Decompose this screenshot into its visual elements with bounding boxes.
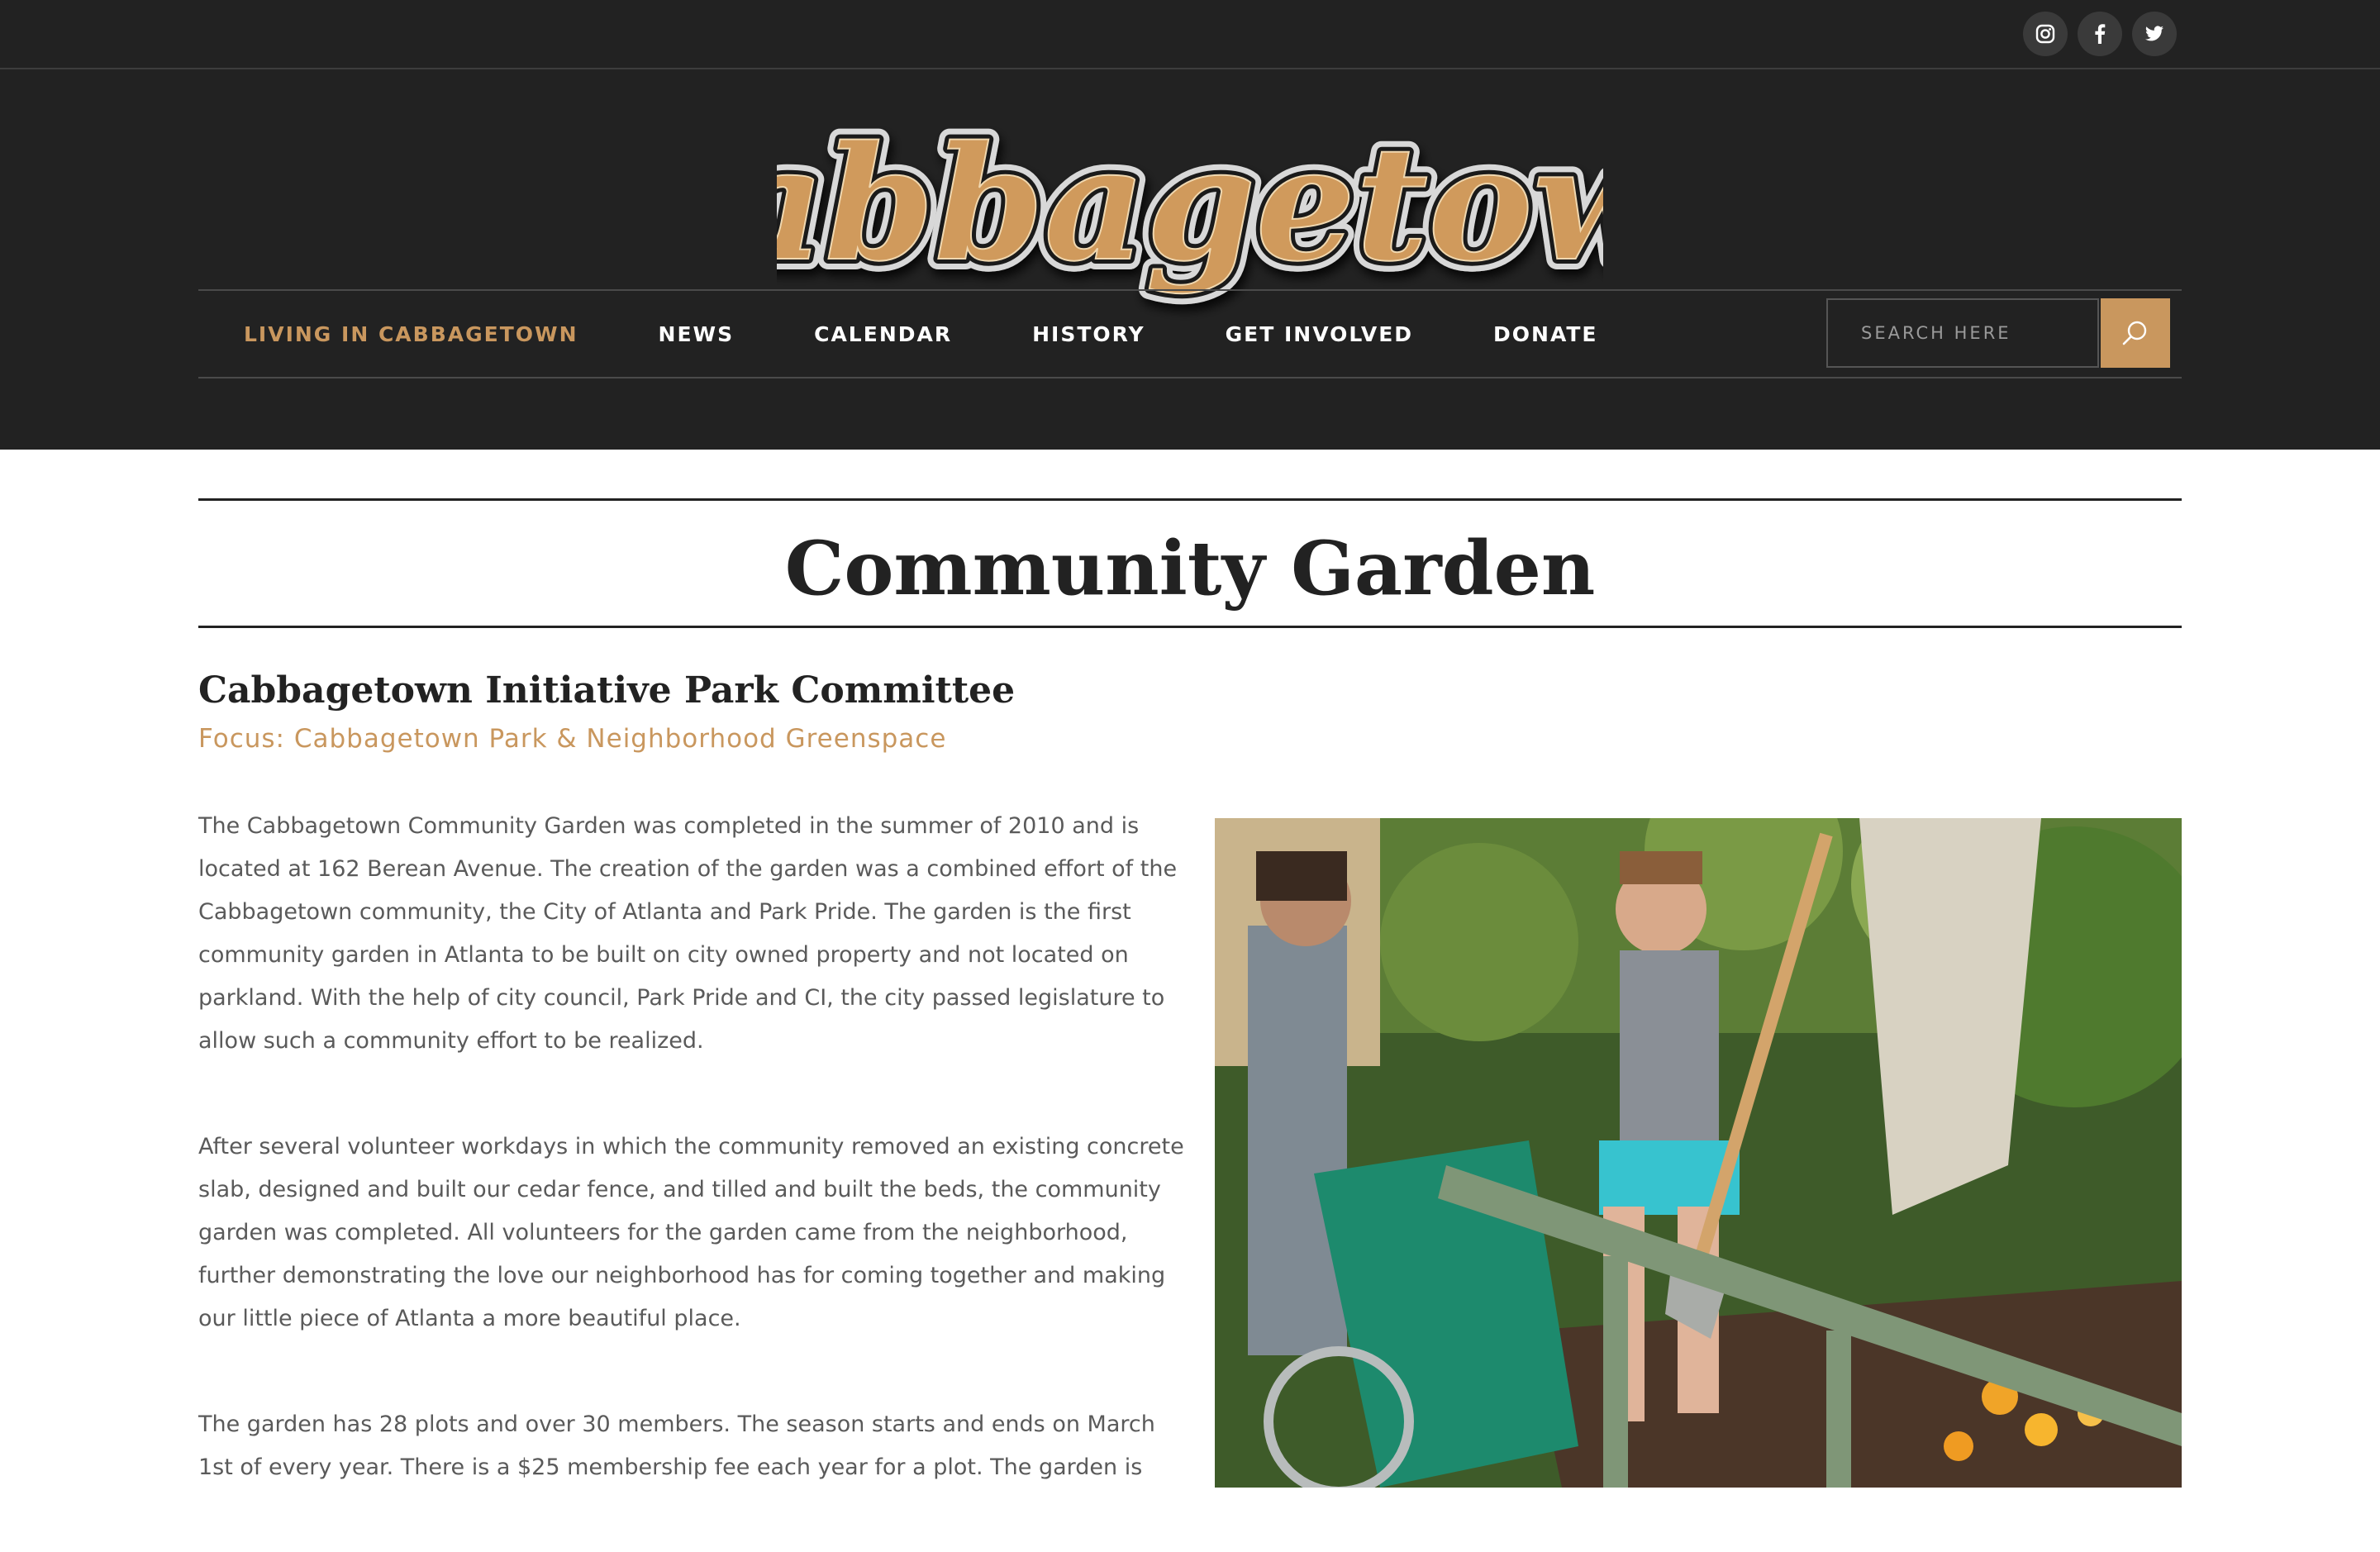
nav-item-living-in-cabbagetown[interactable]: LIVING IN CABBAGETOWN: [244, 322, 578, 346]
body-text: The Cabbagetown Community Garden was com…: [198, 805, 1190, 1552]
paragraph: After several volunteer workdays in whic…: [198, 1134, 1184, 1331]
title-rule-bottom: [198, 626, 2182, 628]
nav-item-donate[interactable]: DONATE: [1493, 322, 1597, 346]
search-box: [1826, 298, 2101, 368]
facebook-icon[interactable]: [2078, 12, 2122, 56]
nav-item-get-involved[interactable]: GET INVOLVED: [1226, 322, 1413, 346]
paragraph: The Cabbagetown Community Garden was com…: [198, 813, 1178, 1054]
search-button[interactable]: [2101, 298, 2170, 368]
main-nav: LIVING IN CABBAGETOWN NEWS CALENDAR HIST…: [198, 291, 1598, 377]
instagram-icon[interactable]: [2023, 12, 2068, 56]
page-title: Community Garden: [784, 525, 1596, 612]
nav-item-history[interactable]: HISTORY: [1032, 322, 1145, 346]
nav-divider-bottom: [198, 377, 2182, 378]
svg-text:Cabbagetown: Cabbagetown: [777, 112, 1603, 296]
top-bar: [0, 0, 2380, 69]
nav-item-calendar[interactable]: CALENDAR: [814, 322, 952, 346]
focus-subtitle: Focus: Cabbagetown Park & Neighborhood G…: [198, 724, 947, 754]
title-rule-top: [198, 498, 2182, 501]
search-input[interactable]: [1828, 300, 2101, 366]
paragraph: The garden has 28 plots and over 30 memb…: [198, 1412, 1155, 1480]
section-heading: Cabbagetown Initiative Park Committee: [198, 669, 1016, 712]
nav-item-news[interactable]: NEWS: [659, 322, 735, 346]
twitter-icon[interactable]: [2132, 12, 2177, 56]
search-icon: [2122, 321, 2147, 345]
garden-photo: [1215, 818, 2182, 1488]
site-header: Cabbagetown Cabbagetown Cabbagetown: [0, 69, 2380, 450]
